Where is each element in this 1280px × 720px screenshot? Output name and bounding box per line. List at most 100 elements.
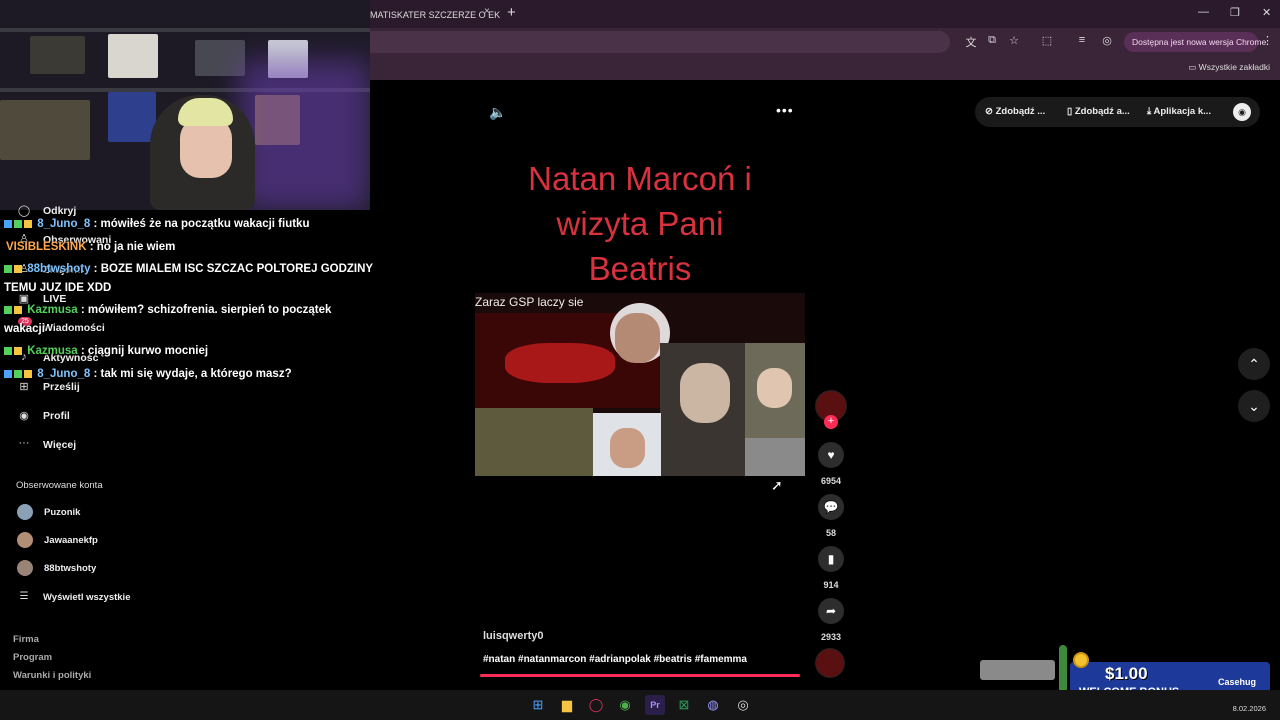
file-explorer-icon[interactable]: ▆ <box>557 695 577 715</box>
badge-icon <box>4 369 12 378</box>
badge-icon <box>24 219 32 228</box>
chrome-icon[interactable]: ◉ <box>615 695 635 715</box>
badge-icon <box>14 264 22 273</box>
badge-icon <box>4 219 12 228</box>
badge-icon <box>4 264 12 273</box>
footer-link[interactable]: Warunki i polityki <box>13 670 91 681</box>
chat-username: 8_Juno_8 <box>37 218 91 230</box>
get-item-label: Zdobądź a... <box>1074 106 1130 117</box>
chat-text: : mówiłeś że na początku wakacji fiutku <box>93 218 310 230</box>
profile-icon[interactable]: ◎ <box>1100 34 1114 47</box>
chat-username: 8_Juno_8 <box>37 368 91 380</box>
minimize-button[interactable]: — <box>1198 6 1209 18</box>
video-tile <box>475 408 593 476</box>
video-title-line: Natan Marcoń i <box>528 160 752 197</box>
bookmark-icon[interactable]: ▮ <box>818 546 844 572</box>
close-window-button[interactable]: ✕ <box>1262 6 1271 19</box>
sidebar-item-wiecej[interactable]: Więcej <box>43 439 76 451</box>
sidebar-item-wiadomosci[interactable]: Wiadomości <box>43 322 105 334</box>
cast-icon[interactable]: ⧉ <box>985 34 999 47</box>
avatar-icon: ◉ <box>19 410 29 422</box>
account-avatar[interactable] <box>17 532 33 548</box>
coin-icon <box>1073 652 1089 668</box>
start-icon[interactable]: ⊞ <box>528 695 548 715</box>
more-icon: ··· <box>18 437 30 449</box>
chat-message: Kazmusa : ciągnij kurwo mocniej <box>4 342 208 361</box>
chat-text: : no ja nie wiem <box>89 241 176 253</box>
followed-account[interactable]: 88btwshoty <box>44 563 96 574</box>
save-count: 914 <box>823 580 839 590</box>
windows-taskbar: ⊞ ▆ ◯ ◉ Pr ⊠ ◍ ◎ 8.02.2026 <box>0 690 1280 720</box>
shelf-box <box>0 100 90 160</box>
video-author[interactable]: luisqwerty0 <box>483 630 544 642</box>
chat-text: : mówiłem? schizofrenia. sierpień to poc… <box>80 304 332 316</box>
like-count: 6954 <box>820 476 842 486</box>
address-bar[interactable] <box>370 31 950 53</box>
chat-message: wakacji <box>4 320 45 339</box>
share-icon[interactable]: ➦ <box>818 598 844 624</box>
follow-plus-icon[interactable]: + <box>824 415 838 429</box>
chat-username: VISIBLESKINK <box>6 241 87 253</box>
footer-link[interactable]: Firma <box>13 634 39 645</box>
show-all-link[interactable]: Wyświetl wszystkie <box>43 592 130 603</box>
obs-icon[interactable]: ◎ <box>733 695 753 715</box>
badge-icon <box>14 346 22 355</box>
browser-tabbar: MATISKATER SZCZERZE O EKIP × + — ❐ ✕ <box>370 0 1280 28</box>
video-frame[interactable] <box>475 293 805 476</box>
badge-icon <box>4 305 12 314</box>
translate-icon[interactable]: 文 <box>964 34 978 50</box>
participant-face <box>757 368 792 408</box>
more-options-icon[interactable]: ••• <box>776 102 794 118</box>
get-coins-button[interactable]: ⊘ Zdobądź ... <box>985 106 1045 117</box>
shelf <box>0 28 370 32</box>
browser-menu-icon[interactable]: ⋮ <box>1262 34 1273 47</box>
followed-account[interactable]: Jawaanekfp <box>44 535 98 546</box>
tab-close-icon[interactable]: × <box>484 6 490 17</box>
extensions-icon[interactable]: ⬚ <box>1040 34 1054 47</box>
chat-message: Kazmusa : mówiłem? schizofrenia. sierpie… <box>4 301 331 320</box>
followed-account[interactable]: Puzonik <box>44 507 80 518</box>
ad-amount: $1.00 <box>1105 664 1148 683</box>
browser-tab[interactable]: MATISKATER SZCZERZE O EKIP <box>370 4 500 26</box>
account-avatar[interactable] <box>17 504 33 520</box>
new-tab-button[interactable]: + <box>507 4 516 21</box>
discord-icon[interactable]: ◍ <box>703 695 723 715</box>
chat-message: VISIBLESKINK : no ja nie wiem <box>6 238 175 257</box>
account-avatar[interactable] <box>17 560 33 576</box>
update-label: Dostępna jest nowa wersja Chrome <box>1132 37 1267 47</box>
streamer-face <box>180 118 232 178</box>
streamer-hair <box>178 98 233 126</box>
maximize-button[interactable]: ❐ <box>1230 6 1240 19</box>
footer-link[interactable]: Program <box>13 652 52 663</box>
user-avatar-icon[interactable]: ◉ <box>1233 103 1251 121</box>
premiere-icon[interactable]: Pr <box>645 695 665 715</box>
comment-icon[interactable]: 💬 <box>818 494 844 520</box>
opera-icon[interactable]: ◯ <box>586 695 606 715</box>
share-count: 2933 <box>820 632 842 642</box>
tab-search-icon[interactable]: ≡ <box>1075 34 1089 46</box>
video-title: Natan Marcoń i wizyta Pani Beatris <box>490 156 790 291</box>
desktop-app-button[interactable]: ⤓ Aplikacja k... <box>1147 106 1211 117</box>
all-bookmarks-button[interactable]: ▭ Wszystkie zakładki <box>1188 62 1270 73</box>
chat-username: Kazmusa <box>27 304 78 316</box>
excel-icon[interactable]: ⊠ <box>674 695 694 715</box>
sidebar-item-profil[interactable]: Profil <box>43 410 70 422</box>
previous-video-button[interactable]: ⌃ <box>1238 348 1270 380</box>
bookmarks-bar: ▭ Wszystkie zakładki <box>370 56 1280 80</box>
video-hashtags[interactable]: #natan #natanmarcon #adrianpolak #beatri… <box>483 654 747 665</box>
jersey <box>108 92 156 142</box>
taskbar-date: 8.02.2026 <box>1232 704 1266 713</box>
followed-heading: Obserwowane konta <box>16 480 103 491</box>
chrome-update-button[interactable]: Dostępna jest nowa wersja Chrome <box>1124 32 1266 52</box>
sound-icon[interactable]: 🔈 <box>489 104 506 121</box>
next-video-button[interactable]: ⌄ <box>1238 390 1270 422</box>
chat-text: : ciągnij kurwo mocniej <box>80 345 209 357</box>
video-progress-bar[interactable] <box>480 674 800 677</box>
bookmark-star-icon[interactable]: ☆ <box>1007 34 1021 47</box>
like-heart-icon[interactable]: ♥ <box>818 442 844 468</box>
chat-message: TEMU JUZ IDE XDD <box>4 279 111 298</box>
ad-brand: Casehug <box>1218 677 1257 687</box>
get-app-button[interactable]: ▯ Zdobądź a... <box>1067 106 1130 117</box>
music-disc-icon[interactable] <box>815 648 845 678</box>
mouse-cursor-icon: ➚ <box>771 477 783 493</box>
